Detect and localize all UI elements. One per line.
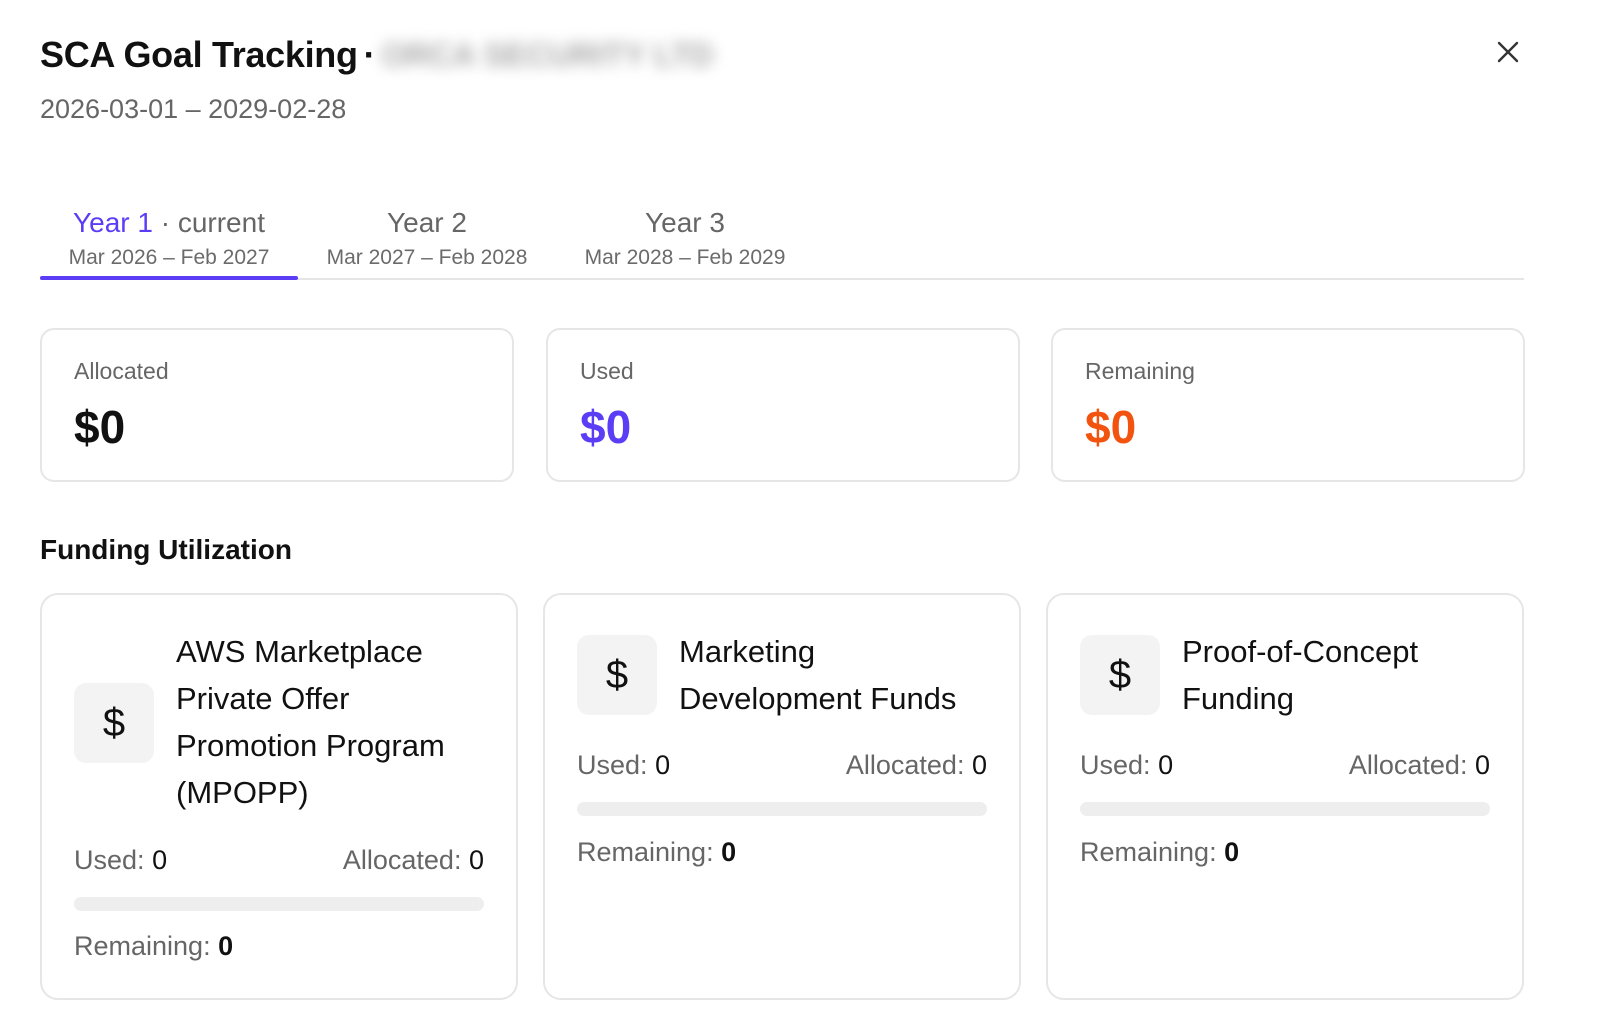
dollar-icon: $ — [577, 635, 657, 715]
allocated-value: 0 — [468, 845, 484, 875]
tab-year-label: Year 3 — [645, 207, 725, 238]
allocated-label: Allocated: — [1348, 750, 1468, 780]
remaining-label: Remaining: — [1080, 837, 1217, 867]
used-label: Used: — [577, 750, 648, 780]
remaining-summary-card: Remaining $0 — [1051, 328, 1525, 482]
allocated-value: $0 — [74, 401, 126, 453]
year-tabs: Year 1 · current Mar 2026 – Feb 2027 Yea… — [40, 200, 1524, 280]
fund-used: Used: 0 — [1080, 750, 1173, 781]
fund-remaining: Remaining: 0 — [577, 837, 736, 868]
allocated-value: 0 — [1474, 750, 1490, 780]
contract-date-range: 2026-03-01 – 2029-02-28 — [40, 94, 347, 124]
allocated-label: Allocated: — [342, 845, 462, 875]
remaining-value: 0 — [721, 837, 737, 867]
redacted-company-name: ORCA SECURITY LTD — [381, 36, 714, 73]
fund-card-mpopp: $ AWS Marketplace Private Offer Promotio… — [40, 593, 518, 1000]
fund-remaining: Remaining: 0 — [74, 931, 233, 962]
allocated-label: Allocated — [74, 358, 169, 384]
remaining-label: Remaining — [1085, 358, 1195, 384]
tab-date-range: Mar 2028 – Feb 2029 — [584, 246, 786, 269]
used-value: 0 — [152, 845, 168, 875]
fund-name: AWS Marketplace Private Offer Promotion … — [176, 634, 445, 810]
used-summary-card: Used $0 — [546, 328, 1020, 482]
dollar-icon: $ — [74, 683, 154, 763]
fund-card-poc: $ Proof-of-Concept Funding Used: 0 Alloc… — [1046, 593, 1524, 1000]
used-value: 0 — [1158, 750, 1174, 780]
tab-year-2[interactable]: Year 2 Mar 2027 – Feb 2028 — [318, 200, 536, 280]
fund-name: Proof-of-Concept Funding — [1182, 634, 1419, 716]
fund-used: Used: 0 — [577, 750, 670, 781]
tab-year-label: Year 1 — [73, 207, 153, 238]
funding-utilization-heading: Funding Utilization — [40, 534, 292, 565]
remaining-value: 0 — [218, 931, 234, 961]
fund-used: Used: 0 — [74, 845, 167, 876]
fund-used-allocated-row: Used: 0 Allocated: 0 — [1080, 750, 1490, 781]
used-value: $0 — [580, 401, 632, 453]
tab-year-1[interactable]: Year 1 · current Mar 2026 – Feb 2027 — [40, 200, 298, 280]
remaining-label: Remaining: — [74, 931, 211, 961]
tab-year-3[interactable]: Year 3 Mar 2028 – Feb 2029 — [576, 200, 794, 280]
active-tab-indicator — [40, 276, 298, 280]
fund-name: Marketing Development Funds — [679, 634, 957, 716]
tab-year-label: Year 2 — [387, 207, 467, 238]
fund-progress-bar — [74, 897, 484, 911]
tab-current-marker: · current — [160, 207, 265, 238]
fund-remaining: Remaining: 0 — [1080, 837, 1239, 868]
dollar-icon: $ — [1080, 635, 1160, 715]
fund-allocated: Allocated: 0 — [846, 750, 987, 781]
close-icon — [1497, 41, 1519, 63]
tab-date-range: Mar 2026 – Feb 2027 — [68, 246, 270, 269]
used-label: Used: — [74, 845, 145, 875]
remaining-value: 0 — [1224, 837, 1240, 867]
fund-progress-bar — [1080, 802, 1490, 816]
fund-progress-bar — [577, 802, 987, 816]
fund-used-allocated-row: Used: 0 Allocated: 0 — [74, 845, 484, 876]
used-label: Used: — [1080, 750, 1151, 780]
tab-date-range: Mar 2027 – Feb 2028 — [326, 246, 528, 269]
title-separator: · — [363, 34, 376, 75]
used-value: 0 — [655, 750, 671, 780]
used-label: Used — [580, 358, 634, 384]
fund-allocated: Allocated: 0 — [1349, 750, 1490, 781]
fund-used-allocated-row: Used: 0 Allocated: 0 — [577, 750, 987, 781]
fund-card-mdf: $ Marketing Development Funds Used: 0 Al… — [543, 593, 1021, 1000]
remaining-label: Remaining: — [577, 837, 714, 867]
fund-allocated: Allocated: 0 — [343, 845, 484, 876]
goal-tracking-modal: SCA Goal Tracking · ORCA SECURITY LTD 20… — [0, 0, 1600, 1034]
close-button[interactable] — [1488, 32, 1528, 72]
remaining-value: $0 — [1085, 401, 1137, 453]
modal-title: SCA Goal Tracking — [40, 34, 358, 75]
modal-header: SCA Goal Tracking · ORCA SECURITY LTD — [40, 34, 714, 76]
allocated-value: 0 — [971, 750, 987, 780]
allocated-label: Allocated: — [845, 750, 965, 780]
allocated-summary-card: Allocated $0 — [40, 328, 514, 482]
